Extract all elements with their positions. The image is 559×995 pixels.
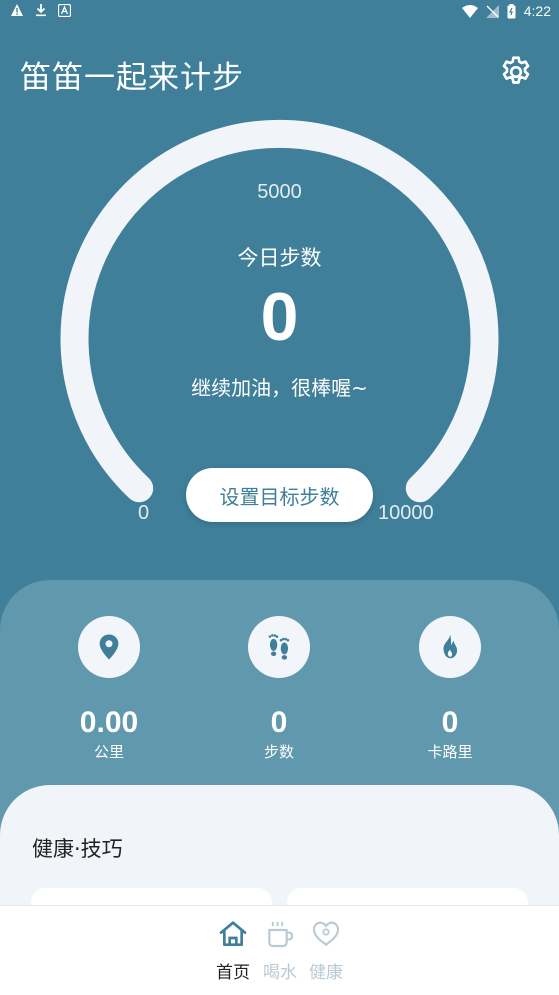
health-tips-title: 健康·技巧	[32, 837, 123, 861]
status-bar: 4:22	[0, 0, 559, 24]
warning-icon	[11, 4, 23, 16]
calories-value: 0	[441, 706, 459, 739]
nav-water[interactable]: 喝水	[256, 918, 304, 983]
download-icon	[36, 4, 46, 17]
stat-steps: 0 步数	[219, 616, 339, 762]
location-pin-icon	[99, 634, 119, 660]
gauge-mid-label: 5000	[257, 181, 302, 203]
steps-stat-value: 0	[270, 706, 288, 739]
bottom-nav: 首页 喝水 健康	[0, 905, 559, 995]
step-gauge: 5000 今日步数 0 继续加油，很棒喔~ 0 10000 设置目标步数	[0, 110, 559, 540]
today-steps-label: 今日步数	[237, 246, 322, 270]
settings-button[interactable]	[496, 52, 536, 92]
encourage-text: 继续加油，很棒喔~	[191, 376, 368, 400]
stat-distance: 0.00 公里	[49, 616, 169, 762]
gauge-min-label: 0	[138, 502, 150, 524]
distance-label: 公里	[93, 743, 124, 761]
distance-value: 0.00	[79, 706, 139, 739]
set-goal-button[interactable]: 设置目标步数	[186, 468, 373, 522]
gauge-max-label: 10000	[378, 502, 434, 524]
battery-icon	[507, 3, 516, 18]
nav-health-label: 健康	[309, 963, 343, 983]
steps-stat-label: 步数	[263, 743, 294, 761]
calories-label: 卡路里	[427, 743, 473, 761]
status-time: 4:22	[523, 3, 551, 19]
app-notification-icon	[58, 3, 71, 17]
steps-count: 0	[260, 279, 299, 355]
stat-calories: 0 卡路里	[390, 616, 510, 762]
gear-icon	[502, 56, 530, 84]
stethoscope-icon	[312, 921, 340, 946]
cup-icon	[268, 921, 294, 948]
flame-icon	[443, 634, 458, 659]
app-title: 笛笛一起来计步	[20, 60, 244, 96]
wifi-icon	[461, 4, 478, 18]
nav-home[interactable]: 首页	[209, 918, 257, 983]
home-icon	[219, 921, 247, 946]
footprints-icon	[268, 634, 290, 660]
nav-health[interactable]: 健康	[302, 918, 350, 983]
no-signal-icon	[485, 4, 499, 18]
nav-home-label: 首页	[216, 963, 250, 983]
nav-water-label: 喝水	[263, 963, 297, 983]
